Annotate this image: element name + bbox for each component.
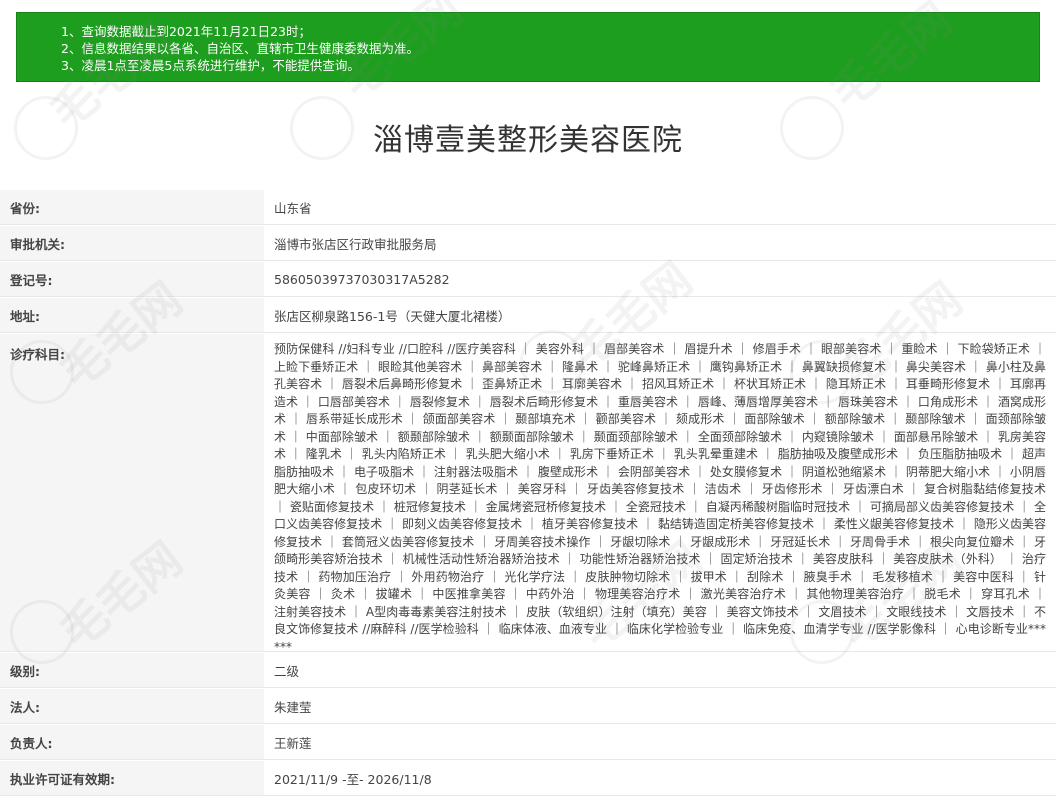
authority-value: 淄博市张店区行政审批服务局 xyxy=(264,226,1056,260)
address-value: 张店区柳泉路156-1号（天健大厦北裙楼） xyxy=(264,298,1056,332)
level-value: 二级 xyxy=(264,653,1056,687)
province-label: 省份: xyxy=(10,200,40,216)
legal-person-label: 法人: xyxy=(10,699,40,715)
row-level: 级别: 二级 xyxy=(0,652,1056,688)
notice-line-1: 1、查询数据截止到2021年11月21日23时； xyxy=(61,24,311,39)
level-label: 级别: xyxy=(10,663,40,679)
notice-line-3: 3、凌晨1点至凌晨5点系统进行维护，不能提供查询。 xyxy=(61,58,360,73)
page-title: 淄博壹美整形美容医院 xyxy=(373,123,683,158)
notice-line-2: 2、信息数据结果以各省、自治区、直辖市卫生健康委数据为准。 xyxy=(61,41,419,56)
address-label: 地址: xyxy=(10,308,40,324)
row-validity: 执业许可证有效期: 2021/11/9 -至- 2026/11/8 xyxy=(0,760,1056,796)
authority-label: 审批机关: xyxy=(10,236,65,252)
reg-no-value: 58605039737030317A5282 xyxy=(264,262,1056,296)
row-principal: 负责人: 王新莲 xyxy=(0,724,1056,760)
info-table: 省份: 山东省 审批机关: 淄博市张店区行政审批服务局 登记号: 5860503… xyxy=(0,189,1056,796)
scope-value: 预防保健科 //妇科专业 //口腔科 //医疗美容科 ｜ 美容外科 ｜ 眉部美容… xyxy=(264,334,1056,654)
row-scope: 诊疗科目: 预防保健科 //妇科专业 //口腔科 //医疗美容科 ｜ 美容外科 … xyxy=(0,333,1056,654)
reg-no-label: 登记号: xyxy=(10,272,53,288)
validity-label: 执业许可证有效期: xyxy=(10,771,115,787)
principal-value: 王新莲 xyxy=(264,725,1056,759)
validity-value: 2021/11/9 -至- 2026/11/8 xyxy=(264,761,1056,795)
notice-banner: 1、查询数据截止到2021年11月21日23时； 2、信息数据结果以各省、自治区… xyxy=(16,12,1040,82)
row-address: 地址: 张店区柳泉路156-1号（天健大厦北裙楼） xyxy=(0,297,1056,333)
row-authority: 审批机关: 淄博市张店区行政审批服务局 xyxy=(0,225,1056,261)
row-reg-no: 登记号: 58605039737030317A5282 xyxy=(0,261,1056,297)
scope-label: 诊疗科目: xyxy=(10,347,65,362)
province-value: 山东省 xyxy=(264,190,1056,224)
legal-person-value: 朱建莹 xyxy=(264,689,1056,723)
row-province: 省份: 山东省 xyxy=(0,189,1056,225)
principal-label: 负责人: xyxy=(10,735,53,751)
row-legal-person: 法人: 朱建莹 xyxy=(0,688,1056,724)
